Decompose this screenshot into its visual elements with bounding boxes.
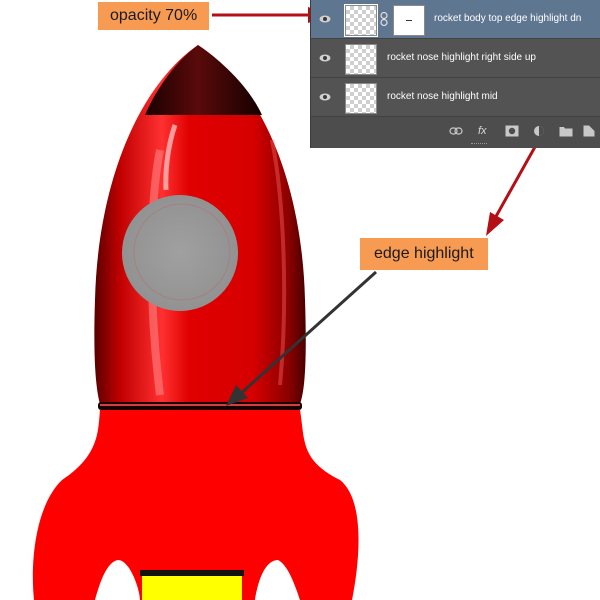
eye-icon[interactable]: [319, 91, 331, 103]
layer-name: rocket nose highlight right side up: [387, 52, 536, 63]
layer-row-body-top-edge[interactable]: rocket body top edge highlight dn: [311, 0, 600, 39]
add-mask-icon[interactable]: [505, 125, 519, 137]
fx-icon[interactable]: fx: [478, 125, 487, 137]
layer-thumbnail[interactable]: [345, 83, 377, 114]
layer-row-nose-mid[interactable]: rocket nose highlight mid: [311, 78, 600, 117]
chain-link-icon[interactable]: [380, 12, 388, 26]
opacity-callout: opacity 70%: [98, 2, 210, 30]
layer-name: rocket body top edge highlight dn: [434, 13, 582, 24]
panel-resize-grip[interactable]: [471, 143, 487, 146]
new-layer-icon[interactable]: [583, 125, 595, 137]
layer-thumbnail[interactable]: [344, 4, 378, 37]
layer-thumbnail[interactable]: [345, 44, 377, 75]
layer-mask-thumbnail[interactable]: [393, 5, 425, 36]
new-group-icon[interactable]: [559, 125, 573, 137]
canvas: opacity 70% edge highlight rocket body t…: [0, 0, 600, 600]
edge-highlight-callout: edge highlight: [360, 238, 488, 270]
layers-panel-footer: fx: [311, 117, 600, 148]
adjustment-layer-icon[interactable]: [533, 125, 547, 137]
eye-icon[interactable]: [319, 52, 331, 64]
layer-name: rocket nose highlight mid: [387, 91, 498, 102]
layers-panel: rocket body top edge highlight dn rocket…: [310, 0, 600, 148]
eye-icon[interactable]: [319, 13, 331, 25]
link-layers-icon[interactable]: [449, 125, 463, 137]
rocket-window: [122, 195, 238, 311]
rocket-yellow-band: [142, 572, 242, 600]
layer-row-nose-right[interactable]: rocket nose highlight right side up: [311, 39, 600, 78]
